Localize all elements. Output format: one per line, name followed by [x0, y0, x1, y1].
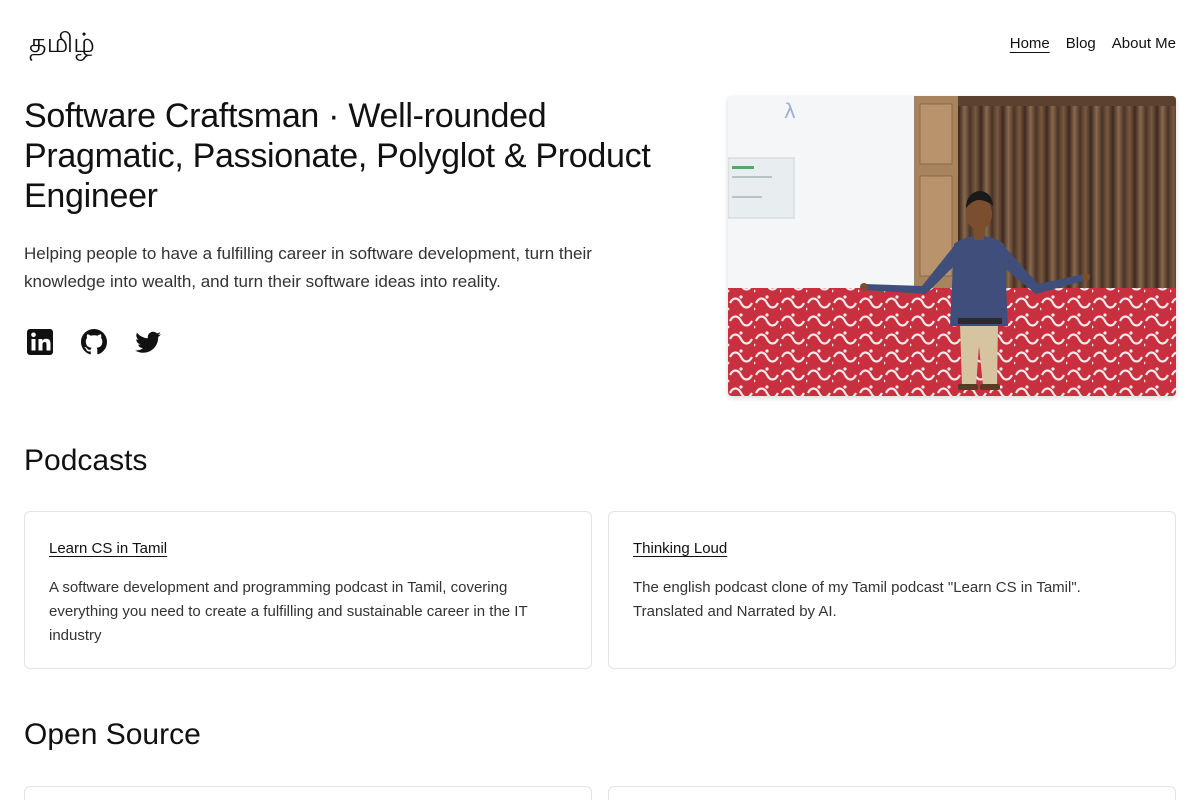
nav-about-link[interactable]: About Me: [1112, 34, 1176, 54]
main-nav: Home Blog About Me: [1010, 34, 1176, 54]
site-logo[interactable]: தமிழ்: [29, 26, 95, 62]
open-source-heading: Open Source: [24, 718, 201, 751]
social-links: [24, 326, 714, 358]
linkedin-icon[interactable]: [24, 326, 56, 358]
nav-blog-link[interactable]: Blog: [1066, 34, 1096, 54]
hero-subtitle: Helping people to have a fulfilling care…: [24, 244, 592, 291]
podcast-link-learn-cs[interactable]: Learn CS in Tamil: [49, 541, 167, 557]
open-source-card: [24, 786, 592, 800]
twitter-icon[interactable]: [132, 326, 164, 358]
site-header: தமிழ் Home Blog About Me: [0, 0, 1200, 90]
podcast-card-thinking-loud: Thinking Loud The english podcast clone …: [608, 511, 1176, 669]
hero-section: Software Craftsman · Well-rounded Pragma…: [24, 96, 714, 358]
podcast-description: A software development and programming p…: [49, 579, 528, 644]
nav-home-link[interactable]: Home: [1010, 34, 1050, 54]
hero-title: Software Craftsman · Well-rounded Pragma…: [24, 97, 651, 215]
speaker-photo: λ: [728, 96, 1176, 396]
open-source-card: [608, 786, 1176, 800]
podcast-description: The english podcast clone of my Tamil po…: [633, 579, 1081, 620]
screen-lambda: λ: [784, 99, 796, 123]
github-icon[interactable]: [78, 326, 110, 358]
podcast-card-learn-cs: Learn CS in Tamil A software development…: [24, 511, 592, 669]
podcasts-heading: Podcasts: [24, 444, 148, 477]
podcast-link-thinking-loud[interactable]: Thinking Loud: [633, 541, 727, 557]
